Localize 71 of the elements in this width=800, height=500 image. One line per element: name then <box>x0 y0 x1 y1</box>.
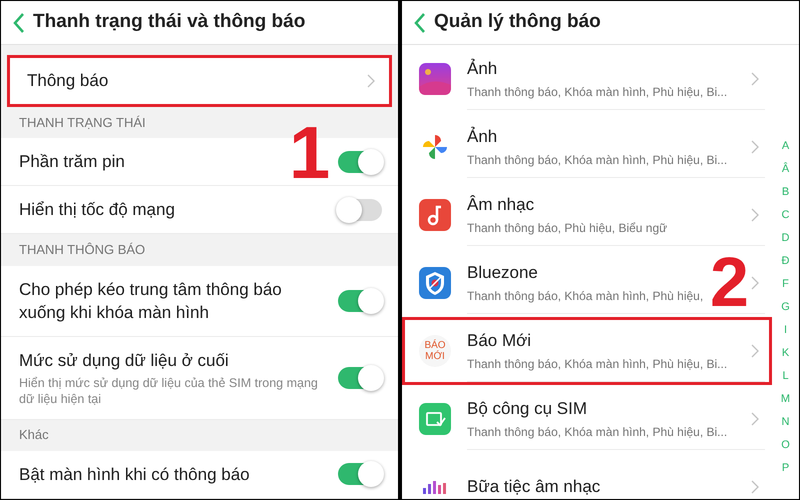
app-name: Báo Mới <box>467 330 532 352</box>
chevron-right-icon <box>751 140 759 154</box>
chevron-right-icon <box>751 480 759 494</box>
step-number: 2 <box>710 248 749 316</box>
app-name: Bộ công cụ SIM <box>467 398 588 420</box>
pinwheel-icon <box>421 133 449 161</box>
app-list-item[interactable]: Bluezone Thanh thông báo, Khóa màn hình, Phù hiệu,2 <box>402 249 772 317</box>
app-logo: BÁO MỚI <box>419 335 451 367</box>
app-list-item[interactable]: Bộ công cụ SIM Thanh thông báo, Khóa màn hình, Phù hiệu, Bi... <box>402 385 772 453</box>
app-notification-types: Thanh thông báo, Khóa màn hình, Phù hiệu, <box>467 288 704 306</box>
chevron-right-icon <box>367 74 375 88</box>
alphabet-index-letter[interactable]: G <box>781 298 790 317</box>
setting-label: Mức sử dụng dữ liệu ở cuối <box>19 350 230 372</box>
toggle-switch[interactable] <box>338 463 382 486</box>
chevron-right-icon <box>751 412 759 426</box>
chevron-right-icon <box>751 208 759 222</box>
setting-label: Cho phép kéo trung tâm thông báo xuống khi khóa màn hình <box>19 278 283 324</box>
app-notification-types: Thanh thông báo, Khóa màn hình, Phù hiệu, Bi... <box>467 356 728 374</box>
alphabet-index-letter[interactable]: F <box>782 275 789 294</box>
alphabet-index-letter[interactable]: A <box>782 137 790 156</box>
music-note-icon <box>419 199 451 231</box>
chevron-right-icon <box>751 72 759 86</box>
app-name: Âm nhạc <box>467 194 534 216</box>
alphabet-index-letter[interactable]: Â <box>782 160 790 179</box>
alphabet-index-letter[interactable]: Đ <box>782 252 790 271</box>
equalizer-icon <box>421 480 449 494</box>
setting-label: Bật màn hình khi có thông báo <box>19 464 251 486</box>
app-name: Bluezone <box>467 262 538 284</box>
alphabet-index-letter[interactable]: K <box>782 344 790 363</box>
shield-app-icon <box>419 267 451 299</box>
alphabet-index-letter[interactable]: L <box>782 367 789 386</box>
alphabet-index-letter[interactable]: D <box>782 229 790 248</box>
app-list-item[interactable]: Ảnh Thanh thông báo, Khóa màn hình, Phù hiệu, Bi... <box>402 45 772 113</box>
back-icon[interactable] <box>414 12 426 34</box>
app-list-item[interactable]: Ảnh Thanh thông báo, Khóa màn hình, Phù hiệu, Bi... <box>402 113 772 181</box>
app-notification-types: Thanh thông báo, Khóa màn hình, Phù hiệu, Bi... <box>467 84 728 102</box>
app-list-item[interactable]: BÁO MỚI Báo Mới Thanh thông báo, Khóa màn hình, Phù hiệu, Bi... <box>402 317 772 385</box>
app-name: Ảnh <box>467 58 498 80</box>
section-header: THANH TRẠNG THÁI <box>19 114 146 132</box>
toggle-switch[interactable] <box>338 366 382 389</box>
chevron-right-icon <box>751 344 759 358</box>
alphabet-index-letter[interactable]: I <box>784 321 788 340</box>
app-name: Ảnh <box>467 126 498 148</box>
setting-description: Hiển thị mức sử dụng dữ liệu của thẻ SIM trong mạng dữ liệu hiện tại <box>19 374 319 407</box>
step-number: 1 <box>289 117 330 189</box>
section-header: Khác <box>19 426 49 444</box>
alphabet-index-letter[interactable]: P <box>782 459 790 478</box>
toggle-switch[interactable] <box>338 198 382 221</box>
alphabet-index-letter[interactable]: C <box>782 206 790 225</box>
sim-card-icon <box>419 403 451 435</box>
app-list-item[interactable]: Bữa tiệc âm nhạc <box>402 453 772 499</box>
toggle-switch[interactable] <box>338 290 382 312</box>
chevron-right-icon <box>751 276 759 290</box>
app-name: Bữa tiệc âm nhạc <box>467 476 600 498</box>
app-notification-types: Thanh thông báo, Khóa màn hình, Phù hiệu, Bi... <box>467 152 728 170</box>
section-header: THANH THÔNG BÁO <box>19 241 146 260</box>
alphabet-index-letter[interactable]: O <box>781 436 790 455</box>
screen-title: Quản lý thông báo <box>434 10 601 34</box>
app-notification-types: Thanh thông báo, Phù hiệu, Biểu ngữ <box>467 220 668 238</box>
setting-label: Phần trăm pin <box>19 151 126 174</box>
back-icon[interactable] <box>13 12 25 34</box>
app-notification-types: Thanh thông báo, Khóa màn hình, Phù hiệu, Bi... <box>467 424 728 442</box>
screen-title: Thanh trạng thái và thông báo <box>33 10 306 34</box>
settings-item[interactable]: Thông báo <box>7 55 392 107</box>
alphabet-index-letter[interactable]: M <box>780 390 790 409</box>
toggle-switch[interactable] <box>338 150 382 173</box>
app-list-item[interactable]: Âm nhạc Thanh thông báo, Phù hiệu, Biểu ngữ <box>402 181 772 249</box>
alphabet-index-letter[interactable]: N <box>782 413 790 432</box>
setting-label: Hiển thị tốc độ mạng <box>19 199 176 222</box>
alphabet-index-letter[interactable]: B <box>782 183 790 202</box>
gallery-app-icon <box>419 63 451 95</box>
